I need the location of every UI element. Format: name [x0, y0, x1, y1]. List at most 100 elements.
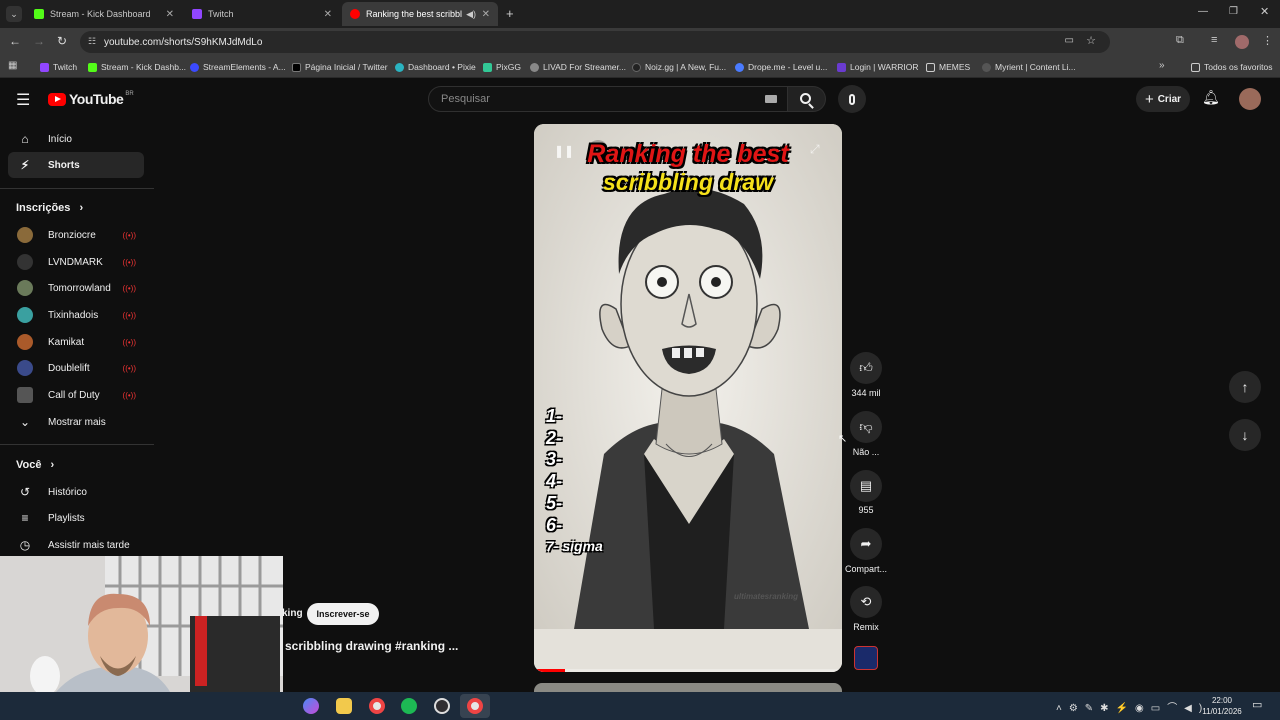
sidebar-channel[interactable]: LVNDMARK ((•)): [8, 249, 144, 275]
sidebar-item-home[interactable]: ⌂ Início: [8, 126, 144, 152]
extensions-icon[interactable]: ⧉: [1176, 34, 1184, 47]
remix-button[interactable]: ⟲: [850, 586, 882, 618]
copilot-icon[interactable]: [303, 698, 319, 714]
comments-button[interactable]: ▤: [850, 470, 882, 502]
previous-short-button[interactable]: ↑: [1229, 371, 1261, 403]
notifications-icon[interactable]: ▭: [1252, 698, 1262, 711]
new-tab-button[interactable]: +: [506, 6, 514, 21]
short-caption[interactable]: scribbling drawing #ranking ...: [285, 639, 458, 653]
bookmark-star-icon[interactable]: ☆: [1086, 34, 1096, 47]
drope-icon: [735, 62, 744, 72]
rank-item: 5-: [546, 492, 563, 513]
spotify-icon[interactable]: [401, 698, 417, 714]
sidebar-item-watch-later[interactable]: ◷ Assistir mais tarde: [8, 532, 144, 558]
shorts-icon: ⚡︎: [20, 158, 30, 172]
dislike-button[interactable]: 👎︎: [850, 411, 882, 443]
obs-icon[interactable]: [434, 698, 450, 714]
bookmark-memes[interactable]: MEMES: [926, 60, 970, 74]
search-icon: [800, 92, 814, 109]
sidebar-item-history[interactable]: ↺ Histórico: [8, 479, 144, 505]
youtube-play-icon: [48, 92, 66, 106]
speaker-icon[interactable]: ◀): [466, 9, 476, 20]
channel-thumbnail[interactable]: [854, 646, 878, 670]
channel-avatar: [17, 307, 33, 323]
close-window-button[interactable]: ✕: [1260, 5, 1269, 18]
notifications-bell-icon[interactable]: 🔔︎: [1202, 89, 1220, 106]
channel-name: Call of Duty: [48, 389, 100, 401]
sidebar-channel[interactable]: Tomorrowland ((•)): [8, 275, 144, 301]
browser-menu-icon[interactable]: ⋮: [1262, 34, 1273, 47]
apps-icon[interactable]: ▦: [8, 60, 17, 71]
share-button[interactable]: ➦: [850, 528, 882, 560]
search-input[interactable]: Pesquisar: [428, 86, 788, 112]
tab-search-icon[interactable]: ⌄: [6, 6, 22, 22]
next-short-button[interactable]: ↓: [1229, 419, 1261, 451]
voice-search-button[interactable]: [838, 85, 866, 113]
bookmark-pixgg[interactable]: PixGG: [483, 60, 521, 74]
chrome-active-app[interactable]: [460, 694, 490, 718]
restore-button[interactable]: ❐: [1229, 6, 1238, 17]
sidebar-channel[interactable]: Doublelift ((•)): [8, 355, 144, 381]
sidebar-show-more[interactable]: ⌄ Mostrar mais: [8, 409, 144, 435]
hamburger-menu-icon[interactable]: ☰: [16, 90, 30, 110]
tab-kick-dashboard[interactable]: Stream - Kick Dashboard ✕: [26, 2, 182, 26]
close-tab-icon[interactable]: ✕: [482, 9, 490, 20]
progress-bar-track[interactable]: [534, 669, 842, 672]
next-short-preview[interactable]: [534, 683, 842, 692]
back-icon[interactable]: ←: [9, 34, 21, 48]
cast-icon[interactable]: ▭: [1065, 35, 1074, 46]
more-bookmarks-icon[interactable]: »: [1159, 60, 1165, 71]
profile-avatar[interactable]: [1235, 35, 1249, 49]
bookmark-twitter[interactable]: Página Inicial / Twitter: [292, 60, 388, 74]
bookmark-pixie[interactable]: Dashboard • Pixie: [395, 60, 476, 74]
tab-twitch[interactable]: Twitch ✕: [184, 2, 340, 26]
minimize-button[interactable]: —: [1198, 6, 1208, 17]
account-avatar[interactable]: [1239, 88, 1261, 110]
forward-icon[interactable]: →: [33, 34, 45, 48]
create-button[interactable]: + Criar: [1136, 86, 1190, 112]
short-title-line2: scribbling draw: [603, 169, 773, 195]
bookmark-livad[interactable]: LIVAD For Streamer...: [530, 60, 626, 74]
sidebar-channel[interactable]: Tixinhadois ((•)): [8, 302, 144, 328]
short-video-player[interactable]: ❚❚ ⤢ Ranking the best scribbling draw 1-…: [534, 124, 842, 672]
close-tab-icon[interactable]: ✕: [324, 9, 332, 20]
bookmark-warrior[interactable]: Login | WARRIOR: [837, 60, 919, 74]
close-tab-icon[interactable]: ✕: [166, 9, 174, 20]
kick-icon: [88, 62, 97, 72]
tab-youtube-short[interactable]: Ranking the best scribbling ◀) ✕: [342, 2, 498, 26]
keyboard-icon[interactable]: [765, 95, 777, 103]
sidebar-item-playlists[interactable]: ≡ Playlists: [8, 505, 144, 531]
subscribe-button[interactable]: Inscrever-se: [307, 603, 379, 625]
logo-text: YouTube: [69, 91, 124, 107]
short-title-line1: Ranking the best: [587, 140, 789, 168]
bookmark-noiz[interactable]: Noiz.gg | A New, Fu...: [632, 60, 726, 74]
clock[interactable]: 22:00 11/01/2026: [1196, 695, 1248, 717]
sidebar-item-label: Mostrar mais: [48, 416, 106, 428]
all-favorites-folder[interactable]: Todos os favoritos: [1191, 60, 1273, 74]
sidebar-channel[interactable]: Call of Duty ((•)): [8, 382, 144, 408]
like-button[interactable]: 👍︎: [850, 352, 882, 384]
subscriptions-heading[interactable]: Inscrições ›: [16, 202, 83, 214]
short-channel-name[interactable]: king: [282, 608, 303, 619]
chrome-icon[interactable]: [369, 698, 385, 714]
bookmark-myrient[interactable]: Myrient | Content Li...: [982, 60, 1076, 74]
bookmark-streamelements[interactable]: StreamElements - A...: [190, 60, 286, 74]
bookmark-twitch[interactable]: Twitch: [40, 60, 77, 74]
bookmark-kick[interactable]: Stream - Kick Dashb...: [88, 60, 186, 74]
youtube-logo[interactable]: YouTube BR: [48, 91, 134, 107]
reload-icon[interactable]: ↻: [57, 34, 67, 48]
arrow-down-icon: ↓: [1241, 427, 1249, 443]
sidebar-item-shorts[interactable]: ⚡︎ Shorts: [8, 152, 144, 178]
chevron-right-icon: ›: [79, 202, 84, 214]
sidebar-channel[interactable]: Kamikat ((•)): [8, 329, 144, 355]
search-button[interactable]: [788, 86, 826, 112]
site-info-icon[interactable]: ☷: [88, 36, 96, 47]
file-explorer-icon[interactable]: [336, 698, 352, 714]
bookmark-drope[interactable]: Drope.me - Level u...: [735, 60, 827, 74]
reading-list-icon[interactable]: ≡: [1211, 34, 1217, 46]
system-tray-icons[interactable]: ˄⚙✎✱⚡◉▭⌒◀): [1056, 699, 1209, 714]
sidebar-channel[interactable]: Bronziocre ((•)): [8, 222, 144, 248]
myrient-icon: [982, 62, 991, 72]
you-heading[interactable]: Você ›: [16, 459, 54, 471]
url-field[interactable]: ☷ youtube.com/shorts/S9hKMJdMdLo ▭ ☆: [80, 31, 1110, 53]
